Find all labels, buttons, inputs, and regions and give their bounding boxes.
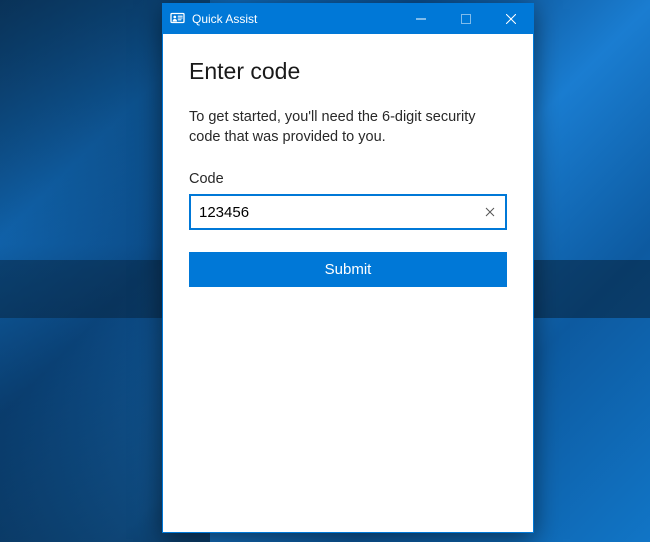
close-icon: [485, 205, 495, 220]
window-controls: [398, 4, 533, 34]
close-button[interactable]: [488, 4, 533, 34]
titlebar-title: Quick Assist: [192, 12, 398, 26]
content-area: Enter code To get started, you'll need t…: [163, 34, 533, 532]
code-input[interactable]: [191, 196, 475, 228]
maximize-button[interactable]: [443, 4, 488, 34]
code-label: Code: [189, 171, 507, 187]
page-heading: Enter code: [189, 58, 507, 85]
submit-button-label: Submit: [325, 261, 372, 278]
titlebar[interactable]: Quick Assist: [163, 4, 533, 34]
quick-assist-window: Quick Assist Enter code To get started, …: [162, 3, 534, 533]
submit-button[interactable]: Submit: [189, 252, 507, 287]
clear-input-button[interactable]: [475, 196, 505, 228]
instruction-text: To get started, you'll need the 6-digit …: [189, 107, 507, 147]
app-icon: [170, 11, 186, 27]
code-input-wrapper: [189, 194, 507, 230]
minimize-button[interactable]: [398, 4, 443, 34]
